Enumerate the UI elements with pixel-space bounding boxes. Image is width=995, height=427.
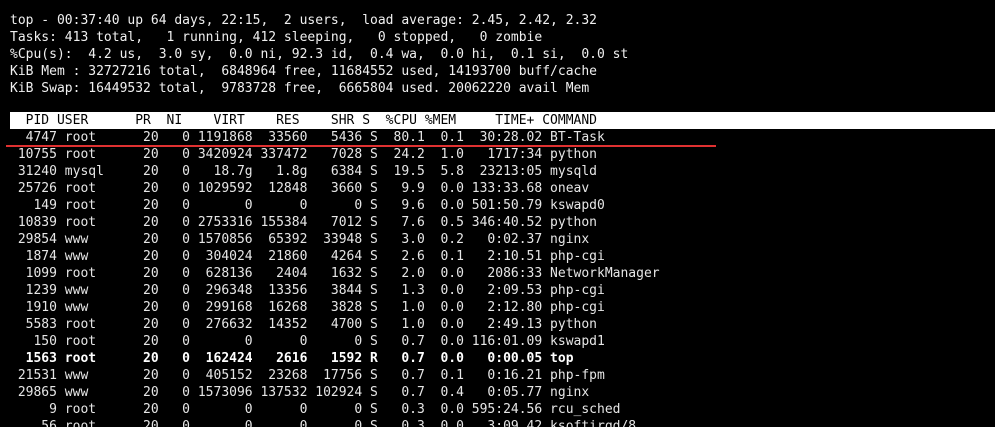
table-row: 149 root 20 0 0 0 0 S 9.6 0.0 501:50.79 … xyxy=(10,198,605,213)
process-table-header: PID USER PR NI VIRT RES SHR S %CPU %MEM … xyxy=(10,112,995,129)
table-row: 31240 mysql 20 0 18.7g 1.8g 6384 S 19.5 … xyxy=(10,164,597,179)
table-row: 1874 www 20 0 304024 21860 4264 S 2.6 0.… xyxy=(10,249,605,264)
highlight-underline xyxy=(6,145,716,147)
terminal-window[interactable]: top - 00:37:40 up 64 days, 22:15, 2 user… xyxy=(0,0,995,427)
table-row: 1910 www 20 0 299168 16268 3828 S 1.0 0.… xyxy=(10,300,605,315)
table-row: 1099 root 20 0 628136 2404 1632 S 2.0 0.… xyxy=(10,266,660,281)
table-row: 4747 root 20 0 1191868 33560 5436 S 80.1… xyxy=(10,130,605,145)
table-row: 25726 root 20 0 1029592 12848 3660 S 9.9… xyxy=(10,181,590,196)
table-row: 10755 root 20 0 3420924 337472 7028 S 24… xyxy=(10,147,597,162)
table-row: 1239 www 20 0 296348 13356 3844 S 1.3 0.… xyxy=(10,283,605,298)
table-row: 56 root 20 0 0 0 0 S 0.3 0.0 3:09.42 kso… xyxy=(10,419,637,427)
swap-line: KiB Swap: 16449532 total, 9783728 free, … xyxy=(10,81,590,96)
table-row: 29865 www 20 0 1573096 137532 102924 S 0… xyxy=(10,385,590,400)
table-row: 21531 www 20 0 405152 23268 17756 S 0.7 … xyxy=(10,368,605,383)
table-row-top-process: 1563 root 20 0 162424 2616 1592 R 0.7 0.… xyxy=(10,351,574,366)
table-row: 10839 root 20 0 2753316 155384 7012 S 7.… xyxy=(10,215,597,230)
table-row: 29854 www 20 0 1570856 65392 33948 S 3.0… xyxy=(10,232,590,247)
table-row: 5583 root 20 0 276632 14352 4700 S 1.0 0… xyxy=(10,317,597,332)
tasks-line: Tasks: 413 total, 1 running, 412 sleepin… xyxy=(10,30,543,45)
uptime-line: top - 00:37:40 up 64 days, 22:15, 2 user… xyxy=(10,13,597,28)
mem-line: KiB Mem : 32727216 total, 6848964 free, … xyxy=(10,64,597,79)
table-row: 150 root 20 0 0 0 0 S 0.7 0.0 116:01.09 … xyxy=(10,334,605,349)
cpu-line: %Cpu(s): 4.2 us, 3.0 sy, 0.0 ni, 92.3 id… xyxy=(10,47,629,62)
table-row: 9 root 20 0 0 0 0 S 0.3 0.0 595:24.56 rc… xyxy=(10,402,621,417)
